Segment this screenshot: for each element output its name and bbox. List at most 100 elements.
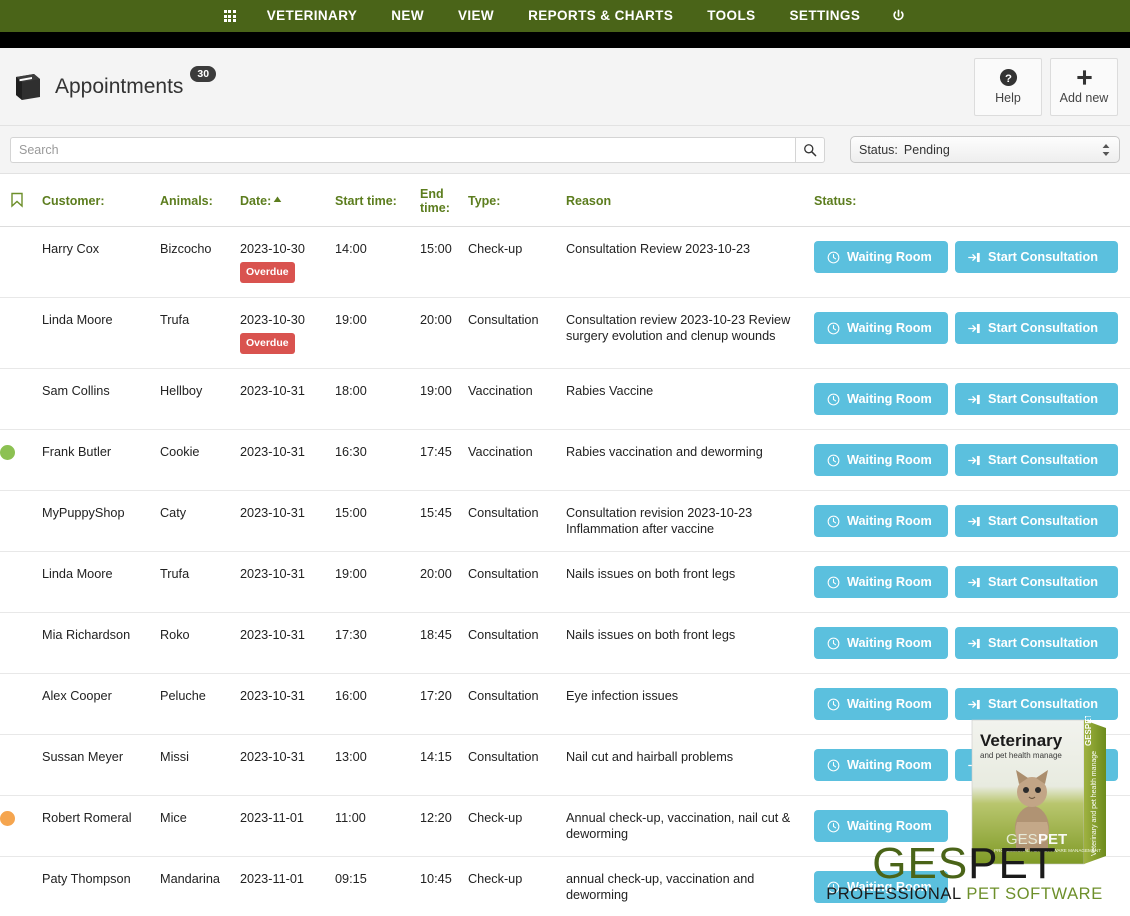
- start-consultation-label: Start Consultation: [988, 758, 1098, 772]
- apps-grid-button[interactable]: [210, 10, 250, 22]
- add-new-button[interactable]: Add new: [1050, 57, 1118, 116]
- row-status-dot-cell: [0, 734, 42, 796]
- help-button[interactable]: ? Help: [974, 57, 1042, 116]
- column-header-type[interactable]: Type:: [468, 174, 566, 227]
- waiting-room-label: Waiting Room: [847, 453, 932, 467]
- cell-date: 2023-10-31: [240, 734, 335, 796]
- cell-type: Consultation: [468, 551, 566, 613]
- table-row[interactable]: Alex Cooper Peluche 2023-10-31 16:00 17:…: [0, 673, 1130, 735]
- table-row[interactable]: MyPuppyShop Caty 2023-10-31 15:00 15:45 …: [0, 490, 1130, 552]
- cell-customer: Linda Moore: [42, 551, 160, 613]
- nav-item-tools[interactable]: TOOLS: [690, 0, 772, 32]
- page-title-group: Appointments 30: [10, 65, 220, 104]
- table-header: Customer: Animals: Date: Start time: End…: [0, 174, 1130, 227]
- waiting-room-button[interactable]: Waiting Room: [814, 871, 948, 903]
- search-button[interactable]: [795, 136, 825, 163]
- cell-animal: Trufa: [160, 551, 240, 613]
- column-header-date[interactable]: Date:: [240, 174, 335, 227]
- start-consultation-button[interactable]: Start Consultation: [955, 312, 1118, 344]
- cell-start-time: 15:00: [335, 490, 420, 552]
- start-consultation-button[interactable]: Start Consultation: [955, 688, 1118, 720]
- filter-bar: Status: Pending: [0, 126, 1130, 174]
- waiting-room-button[interactable]: Waiting Room: [814, 688, 948, 720]
- start-consultation-button[interactable]: Start Consultation: [955, 444, 1118, 476]
- start-consultation-button[interactable]: Start Consultation: [955, 241, 1118, 273]
- start-consultation-button[interactable]: Start Consultation: [955, 383, 1118, 415]
- column-header-flag[interactable]: [0, 174, 42, 227]
- row-status-dot-cell: [0, 673, 42, 735]
- start-consultation-button[interactable]: Start Consultation: [955, 749, 1118, 781]
- sign-in-icon: [968, 699, 980, 709]
- table-row[interactable]: Sussan Meyer Missi 2023-10-31 13:00 14:1…: [0, 734, 1130, 796]
- waiting-room-button[interactable]: Waiting Room: [814, 241, 948, 273]
- table-row[interactable]: Harry Cox Bizcocho 2023-10-30 Overdue 14:…: [0, 226, 1130, 298]
- start-consultation-button[interactable]: Start Consultation: [955, 627, 1118, 659]
- action-button-row: Waiting Room: [814, 871, 1130, 903]
- action-button-row: Waiting Room Start Consultation: [814, 566, 1130, 598]
- cell-end-time: 15:45: [420, 490, 468, 552]
- cell-date: 2023-10-31: [240, 673, 335, 735]
- action-button-row: Waiting Room Start Consultation: [814, 383, 1130, 415]
- waiting-room-button[interactable]: Waiting Room: [814, 383, 948, 415]
- column-header-customer[interactable]: Customer:: [42, 174, 160, 227]
- grid-icon: [223, 10, 236, 22]
- bookmark-icon: [11, 192, 23, 208]
- cell-start-time: 18:00: [335, 368, 420, 430]
- table-row[interactable]: Sam Collins Hellboy 2023-10-31 18:00 19:…: [0, 368, 1130, 430]
- table-row[interactable]: Linda Moore Trufa 2023-10-31 19:00 20:00…: [0, 551, 1130, 613]
- waiting-room-button[interactable]: Waiting Room: [814, 505, 948, 537]
- column-header-status[interactable]: Status:: [814, 174, 1130, 227]
- cell-customer: Paty Thompson: [42, 856, 160, 916]
- cell-animal: Mandarina: [160, 856, 240, 916]
- svg-text:?: ?: [1005, 73, 1012, 85]
- cell-type: Check-up: [468, 226, 566, 298]
- search-input[interactable]: [10, 136, 795, 163]
- overdue-badge: Overdue: [240, 262, 295, 283]
- table-row[interactable]: Paty Thompson Mandarina 2023-11-01 09:15…: [0, 856, 1130, 916]
- column-header-end-time[interactable]: End time:: [420, 174, 468, 227]
- cell-customer: Harry Cox: [42, 226, 160, 298]
- waiting-room-label: Waiting Room: [847, 514, 932, 528]
- nav-item-view[interactable]: VIEW: [441, 0, 511, 32]
- appointments-table-container: Customer: Animals: Date: Start time: End…: [0, 174, 1130, 916]
- nav-item-settings[interactable]: SETTINGS: [773, 0, 878, 32]
- cell-end-time: 18:45: [420, 612, 468, 674]
- nav-item-reports-charts[interactable]: REPORTS & CHARTS: [511, 0, 690, 32]
- table-row[interactable]: Frank Butler Cookie 2023-10-31 16:30 17:…: [0, 429, 1130, 491]
- cell-type: Vaccination: [468, 368, 566, 430]
- waiting-room-button[interactable]: Waiting Room: [814, 749, 948, 781]
- table-row[interactable]: Mia Richardson Roko 2023-10-31 17:30 18:…: [0, 612, 1130, 674]
- table-row[interactable]: Robert Romeral Mice 2023-11-01 11:00 12:…: [0, 795, 1130, 857]
- table-body: Harry Cox Bizcocho 2023-10-30 Overdue 14:…: [0, 226, 1130, 916]
- start-consultation-button[interactable]: Start Consultation: [955, 566, 1118, 598]
- waiting-room-button[interactable]: Waiting Room: [814, 566, 948, 598]
- waiting-room-button[interactable]: Waiting Room: [814, 627, 948, 659]
- cell-type: Consultation: [468, 673, 566, 735]
- waiting-room-button[interactable]: Waiting Room: [814, 444, 948, 476]
- cell-type: Vaccination: [468, 429, 566, 491]
- cell-date: 2023-11-01: [240, 856, 335, 916]
- waiting-room-button[interactable]: Waiting Room: [814, 312, 948, 344]
- app-window: VETERINARY NEW VIEW REPORTS & CHARTS TOO…: [0, 0, 1130, 916]
- sign-in-icon: [968, 323, 980, 333]
- column-header-reason[interactable]: Reason: [566, 174, 814, 227]
- waiting-room-label: Waiting Room: [847, 321, 932, 335]
- start-consultation-button[interactable]: Start Consultation: [955, 505, 1118, 537]
- nav-item-veterinary[interactable]: VETERINARY: [250, 0, 375, 32]
- status-filter-select[interactable]: Status: Pending: [850, 136, 1120, 163]
- cell-start-time: 14:00: [335, 226, 420, 298]
- table-row[interactable]: Linda Moore Trufa 2023-10-30 Overdue 19:0…: [0, 297, 1130, 369]
- nav-item-new[interactable]: NEW: [374, 0, 441, 32]
- column-header-animals[interactable]: Animals:: [160, 174, 240, 227]
- cell-end-time: 20:00: [420, 297, 468, 369]
- sign-in-icon: [968, 252, 980, 262]
- status-dot-orange: [0, 811, 15, 826]
- logout-power-button[interactable]: [877, 9, 920, 24]
- column-header-start-time[interactable]: Start time:: [335, 174, 420, 227]
- cell-date-value: 2023-10-31: [240, 384, 305, 398]
- clock-icon: [827, 820, 840, 832]
- row-status-dot-cell: [0, 551, 42, 613]
- cell-reason: Nails issues on both front legs: [566, 551, 814, 613]
- waiting-room-button[interactable]: Waiting Room: [814, 810, 948, 842]
- cell-actions: Waiting Room Start Consultation: [814, 612, 1130, 674]
